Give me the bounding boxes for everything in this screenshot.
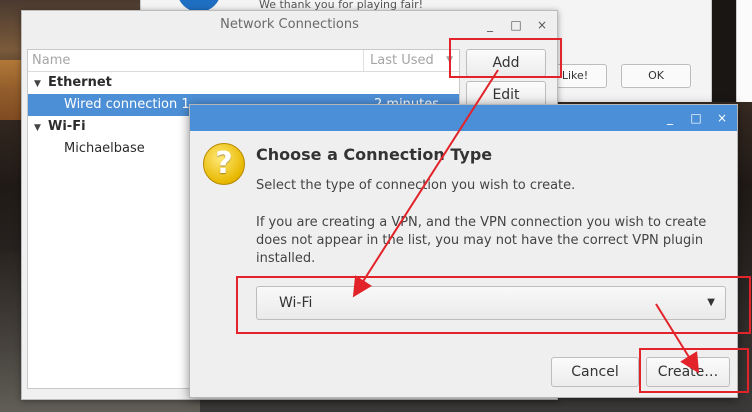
group-label: Ethernet: [48, 75, 112, 90]
dialog-titlebar: _ □ ×: [190, 105, 737, 131]
connection-name: Michaelbase: [64, 141, 145, 156]
close-icon[interactable]: ×: [715, 111, 729, 125]
question-icon: ?: [203, 143, 245, 185]
add-button[interactable]: Add: [466, 49, 546, 77]
window-title: Network Connections: [220, 17, 359, 32]
minimize-icon[interactable]: _: [663, 111, 677, 125]
group-label: Wi-Fi: [48, 119, 86, 134]
cancel-button[interactable]: Cancel: [551, 357, 639, 387]
list-header: Name Last Used ▼: [28, 50, 459, 72]
ok-button[interactable]: OK: [621, 64, 691, 88]
minimize-icon[interactable]: _: [483, 12, 497, 39]
maximize-icon[interactable]: □: [509, 12, 523, 39]
maximize-icon[interactable]: □: [689, 111, 703, 125]
dropdown-arrow-icon: ▼: [707, 297, 715, 308]
column-last-used-header[interactable]: Last Used ▼: [364, 50, 459, 71]
create-button[interactable]: Create…: [646, 357, 730, 387]
window-titlebar: Network Connections _ □ ×: [22, 11, 557, 39]
close-icon[interactable]: ×: [535, 12, 549, 39]
dialog-title: Choose a Connection Type: [256, 145, 493, 164]
column-name-header[interactable]: Name: [28, 50, 364, 71]
sort-down-icon: ▼: [446, 55, 453, 65]
connection-name: Wired connection 1: [64, 97, 190, 112]
background-edge: [712, 0, 752, 102]
column-last-used-label: Last Used: [370, 53, 434, 68]
dialog-subtitle: Select the type of connection you wish t…: [256, 178, 576, 193]
choose-connection-type-dialog: _ □ × ? Choose a Connection Type Select …: [189, 104, 738, 398]
connection-type-select[interactable]: Wi-Fi ▼: [256, 286, 726, 320]
window-controls: _ □ ×: [483, 11, 549, 39]
group-ethernet[interactable]: ▼ Ethernet: [28, 72, 459, 94]
dialog-window-controls: _ □ ×: [663, 105, 729, 131]
expander-down-icon[interactable]: ▼: [34, 117, 48, 139]
background-window-edge: [736, 0, 752, 102]
dialog-info-text: If you are creating a VPN, and the VPN c…: [256, 215, 707, 266]
expander-down-icon[interactable]: ▼: [34, 73, 48, 95]
connection-type-value: Wi-Fi: [279, 295, 313, 311]
